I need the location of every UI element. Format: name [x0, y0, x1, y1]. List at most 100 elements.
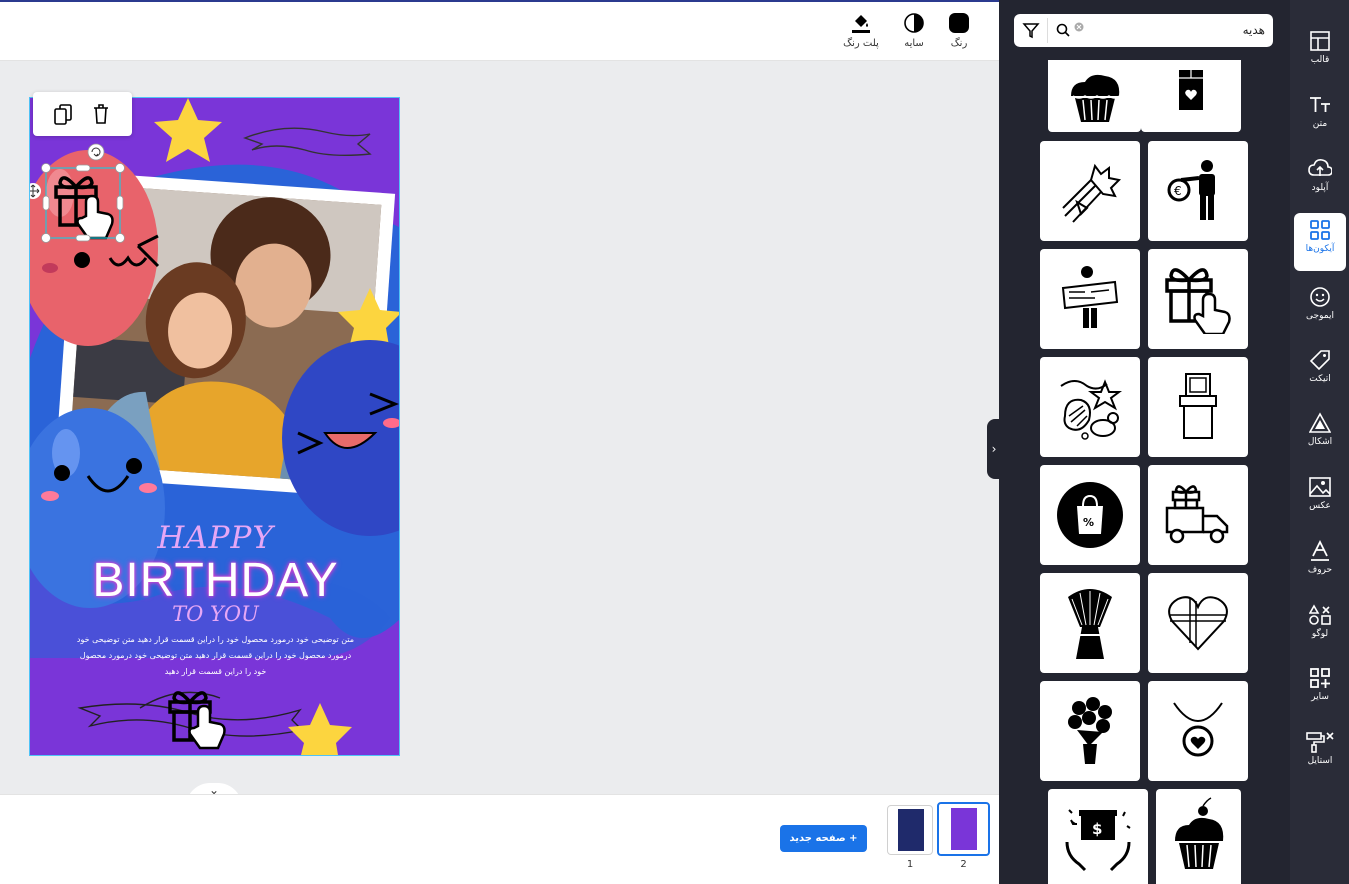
- shadow-tool[interactable]: سایه: [898, 12, 930, 49]
- page-thumbnail-image: [951, 808, 977, 850]
- shapes-icon: [1309, 412, 1331, 433]
- cupcake-cherry-icon: [1174, 796, 1223, 869]
- sidebar-item-label: استایل: [1307, 756, 1333, 766]
- poster-to-you-text[interactable]: TO YOU: [30, 602, 399, 626]
- template-icon: [1310, 31, 1330, 51]
- poster-body-line: درمورد محصول خود را دراین قسمت قرار دهید…: [79, 651, 352, 660]
- svg-text:%: %: [1083, 516, 1094, 529]
- poster-body-line: متن توضیحی خود درمورد محصول خود را دراین…: [76, 635, 355, 644]
- new-page-label: صفحه جدید: [789, 833, 846, 844]
- cupcake-icon: [1070, 74, 1120, 122]
- poster-birthday-text[interactable]: BIRTHDAY: [30, 553, 399, 608]
- sidebar-item-logo[interactable]: لوگو: [1294, 598, 1346, 656]
- sidebar-item-more[interactable]: سایر: [1294, 661, 1346, 719]
- search-input[interactable]: [1090, 19, 1265, 41]
- poster-body-line: خود را دراین قسمت قرار دهید: [164, 667, 267, 676]
- sidebar-item-upload[interactable]: آپلود: [1294, 152, 1346, 210]
- filter-icon[interactable]: [1022, 21, 1040, 39]
- icon-tile-bouquet-filled[interactable]: [1040, 573, 1140, 673]
- hands-gift-money-icon: $: [1065, 808, 1131, 871]
- color-tool-label: رنگ: [950, 38, 968, 49]
- new-page-button[interactable]: صفحه جدید +: [780, 825, 867, 852]
- party-confetti-icon: [1060, 379, 1122, 440]
- sidebar-item-label: عکس: [1309, 501, 1331, 511]
- tag-icon: [1309, 350, 1330, 371]
- poster-body-text[interactable]: متن توضیحی خود درمورد محصول خود را دراین…: [60, 632, 371, 680]
- icon-tile-gift-tap[interactable]: [1148, 249, 1248, 349]
- sidebar-item-label: اشکال: [1307, 437, 1333, 447]
- icon-tile-cupcake-cherry[interactable]: [1156, 789, 1241, 884]
- icon-tile-gift-tower[interactable]: [1148, 357, 1248, 457]
- style-roller-icon: [1306, 732, 1334, 753]
- icon-tile-chocolate[interactable]: [1141, 60, 1241, 132]
- element-toolbar: [33, 92, 132, 136]
- search-box: [1014, 14, 1273, 47]
- icon-tile-hands-gift[interactable]: $: [1048, 789, 1148, 884]
- color-tool[interactable]: رنگ: [943, 12, 975, 49]
- page-thumbnail-image: [898, 809, 924, 851]
- icon-tile-bag-discount[interactable]: %: [1040, 465, 1140, 565]
- sidebar-item-label: حروف: [1307, 565, 1333, 575]
- page-thumbnail-2[interactable]: 2: [937, 802, 990, 870]
- emoji-icon: [1310, 287, 1330, 307]
- sidebar-item-image[interactable]: عکس: [1294, 470, 1346, 528]
- upload-icon: [1308, 159, 1332, 176]
- sidebar-item-shapes[interactable]: اشکال: [1294, 406, 1346, 464]
- search-icon[interactable]: [1056, 23, 1070, 37]
- sidebar-item-style[interactable]: استایل: [1294, 725, 1346, 783]
- gift-tower-icon: [1179, 373, 1217, 439]
- chevron-right-icon: ›: [991, 442, 997, 456]
- sidebar-item-template[interactable]: قالب: [1294, 24, 1346, 82]
- duplicate-icon[interactable]: [53, 103, 73, 125]
- clear-search-icon[interactable]: [1074, 22, 1084, 32]
- sidebar-item-emoji[interactable]: ایموجی: [1294, 280, 1346, 338]
- palette-tool[interactable]: پلت رنگ: [838, 12, 884, 49]
- gift-hand-tap-icon: [1165, 268, 1231, 334]
- palette-tool-label: پلت رنگ: [843, 38, 879, 49]
- poster-happy-text[interactable]: HAPPY: [30, 520, 399, 556]
- plus-icon: +: [849, 833, 858, 844]
- svg-text:€: €: [1174, 184, 1182, 198]
- top-toolbar: رنگ سایه پلت رنگ: [0, 0, 999, 61]
- heart-necklace-icon: [1173, 702, 1223, 757]
- sidebar-item-label: سایر: [1311, 692, 1329, 702]
- page-thumbnail-1[interactable]: 1: [887, 805, 933, 870]
- icon-tile-roses[interactable]: [1040, 681, 1140, 781]
- sidebar-item-text[interactable]: متن: [1294, 88, 1346, 146]
- icon-tile-person-euro[interactable]: €: [1148, 141, 1248, 241]
- trash-icon[interactable]: [91, 103, 111, 125]
- sidebar-item-label: آپلود: [1311, 183, 1329, 193]
- page-number: 1: [906, 859, 914, 870]
- sidebar-item-letters[interactable]: حروف: [1294, 534, 1346, 592]
- icons-grid-icon: [1310, 220, 1330, 240]
- sidebar-item-label: آیکون‌ها: [1305, 244, 1335, 254]
- main-sidebar: قالب متن آپلود آیکون‌ها ایموجی اتیکت اشک…: [1290, 0, 1349, 884]
- icon-tile-confetti[interactable]: [1040, 357, 1140, 457]
- sidebar-item-label: متن: [1312, 119, 1328, 129]
- poster-canvas[interactable]: HAPPY BIRTHDAY TO YOU متن توضیحی خود درم…: [29, 97, 400, 756]
- icon-tile-necklace[interactable]: [1148, 681, 1248, 781]
- sidebar-item-label: اتیکت: [1309, 374, 1331, 384]
- icon-tile-bouquet[interactable]: [1040, 141, 1140, 241]
- heart-gift-box-icon: [1168, 596, 1228, 651]
- more-grid-icon: [1310, 668, 1330, 688]
- person-euro-bag-icon: €: [1167, 160, 1215, 220]
- rose-bouquet-icon: [1068, 697, 1112, 764]
- flower-bouquet-icon: [1062, 163, 1122, 223]
- delivery-truck-gift-icon: [1165, 485, 1229, 544]
- pages-bar: صفحه جدید + 1 2: [0, 794, 999, 884]
- svg-text:$: $: [1092, 820, 1102, 838]
- shopping-bag-discount-icon: %: [1057, 482, 1123, 548]
- icon-tile-cupcake[interactable]: [1048, 60, 1141, 132]
- text-icon: [1310, 97, 1330, 112]
- icon-tile-truck-gift[interactable]: [1148, 465, 1248, 565]
- sidebar-item-tag[interactable]: اتیکت: [1294, 343, 1346, 401]
- logo-icon: [1309, 604, 1331, 625]
- sidebar-item-icons[interactable]: آیکون‌ها: [1294, 213, 1346, 271]
- color-swatch-icon: [949, 13, 969, 33]
- icon-tile-person-check[interactable]: [1040, 249, 1140, 349]
- letter-icon: [1311, 540, 1329, 561]
- flower-bouquet-filled-icon: [1068, 589, 1112, 659]
- icon-tile-heart-gift[interactable]: [1148, 573, 1248, 673]
- sidebar-item-label: قالب: [1310, 55, 1330, 65]
